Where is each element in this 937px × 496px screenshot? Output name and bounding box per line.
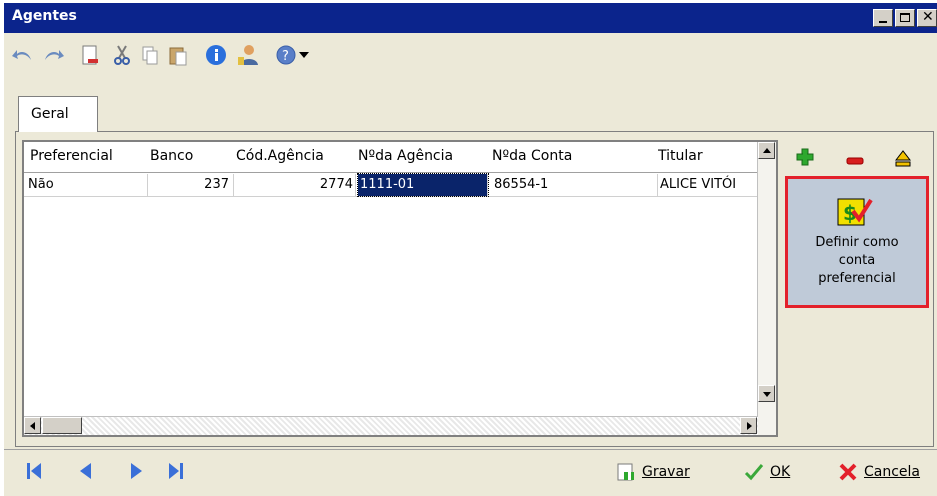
scroll-right-button[interactable] <box>740 417 757 434</box>
column-header-titular[interactable]: Titular <box>658 148 756 164</box>
grid-header: Preferencial Banco Cód.Agência Nºda Agên… <box>24 142 758 173</box>
checkmark-icon <box>744 464 764 481</box>
preferential-label-line3: preferencial <box>818 271 896 286</box>
money-check-icon: $ <box>837 197 873 230</box>
paste-icon[interactable] <box>166 43 190 67</box>
undo-icon[interactable] <box>10 43 34 67</box>
save-button[interactable]: Gravar <box>616 462 690 482</box>
user-icon[interactable] <box>236 43 260 67</box>
window-title: Agentes <box>12 8 77 24</box>
cell-preferencial[interactable]: Não <box>24 174 148 196</box>
cell-cod-agencia[interactable]: 2774 <box>234 174 356 196</box>
cell-titular[interactable]: ALICE VITÓI <box>658 174 758 196</box>
scroll-up-button[interactable] <box>758 142 775 159</box>
close-button[interactable]: ✕ <box>917 9 937 27</box>
close-icon: ✕ <box>922 9 934 25</box>
info-icon[interactable] <box>204 43 228 67</box>
last-record-icon[interactable] <box>166 461 186 481</box>
scroll-down-button[interactable] <box>758 385 775 402</box>
title-bar: Agentes ✕ <box>4 3 937 33</box>
cancel-label: Cancela <box>864 464 921 480</box>
dropdown-arrow-icon[interactable] <box>292 43 316 67</box>
eject-icon[interactable] <box>894 149 912 170</box>
toolbar: ? <box>4 33 937 76</box>
plus-icon[interactable] <box>796 148 814 169</box>
bottom-bar: Gravar OK Cancela <box>4 449 937 496</box>
column-header-n-conta[interactable]: Nºda Conta <box>492 148 622 164</box>
vertical-scrollbar[interactable] <box>757 142 776 435</box>
previous-record-icon[interactable] <box>76 461 96 481</box>
preferential-label-line1: Definir como <box>815 235 899 250</box>
next-record-icon[interactable] <box>126 461 146 481</box>
minus-icon[interactable] <box>846 154 864 168</box>
first-record-icon[interactable] <box>24 461 44 481</box>
column-header-preferencial[interactable]: Preferencial <box>30 148 150 164</box>
accounts-grid: Preferencial Banco Cód.Agência Nºda Agên… <box>22 140 778 437</box>
save-label: Gravar <box>642 464 690 480</box>
column-header-n-agencia[interactable]: Nºda Agência <box>358 148 492 164</box>
column-header-banco[interactable]: Banco <box>150 148 230 164</box>
preferential-label: Definir como conta preferencial <box>788 234 926 288</box>
cell-n-agencia[interactable]: 1111-01 <box>357 173 489 197</box>
copy-icon[interactable] <box>138 43 162 67</box>
set-preferential-account-button[interactable]: $ Definir como conta preferencial <box>785 176 929 308</box>
cancel-button[interactable]: Cancela <box>838 462 920 482</box>
cut-icon[interactable] <box>110 43 134 67</box>
horizontal-scroll-thumb[interactable] <box>42 417 82 434</box>
redo-icon[interactable] <box>42 43 66 67</box>
cancel-x-icon <box>839 463 857 481</box>
ok-button[interactable]: OK <box>744 462 790 482</box>
column-header-cod-agencia[interactable]: Cód.Agência <box>236 148 358 164</box>
cell-banco[interactable]: 237 <box>148 174 234 196</box>
tab-geral-label: Geral <box>31 106 69 122</box>
cell-n-conta[interactable]: 86554-1 <box>490 174 658 196</box>
table-row[interactable]: Não 237 2774 1111-01 86554-1 ALICE VITÓI <box>24 173 758 197</box>
maximize-button[interactable] <box>895 9 915 27</box>
horizontal-scrollbar[interactable] <box>24 416 758 435</box>
ok-label: OK <box>770 464 791 480</box>
scroll-left-button[interactable] <box>24 417 41 434</box>
save-icon <box>617 463 634 481</box>
tab-geral[interactable]: Geral <box>18 96 98 132</box>
minimize-button[interactable] <box>873 9 893 27</box>
window-controls: ✕ <box>873 9 937 27</box>
preferential-label-line2: conta <box>838 253 876 268</box>
new-document-icon[interactable] <box>78 43 102 67</box>
svg-text:?: ? <box>282 49 289 64</box>
